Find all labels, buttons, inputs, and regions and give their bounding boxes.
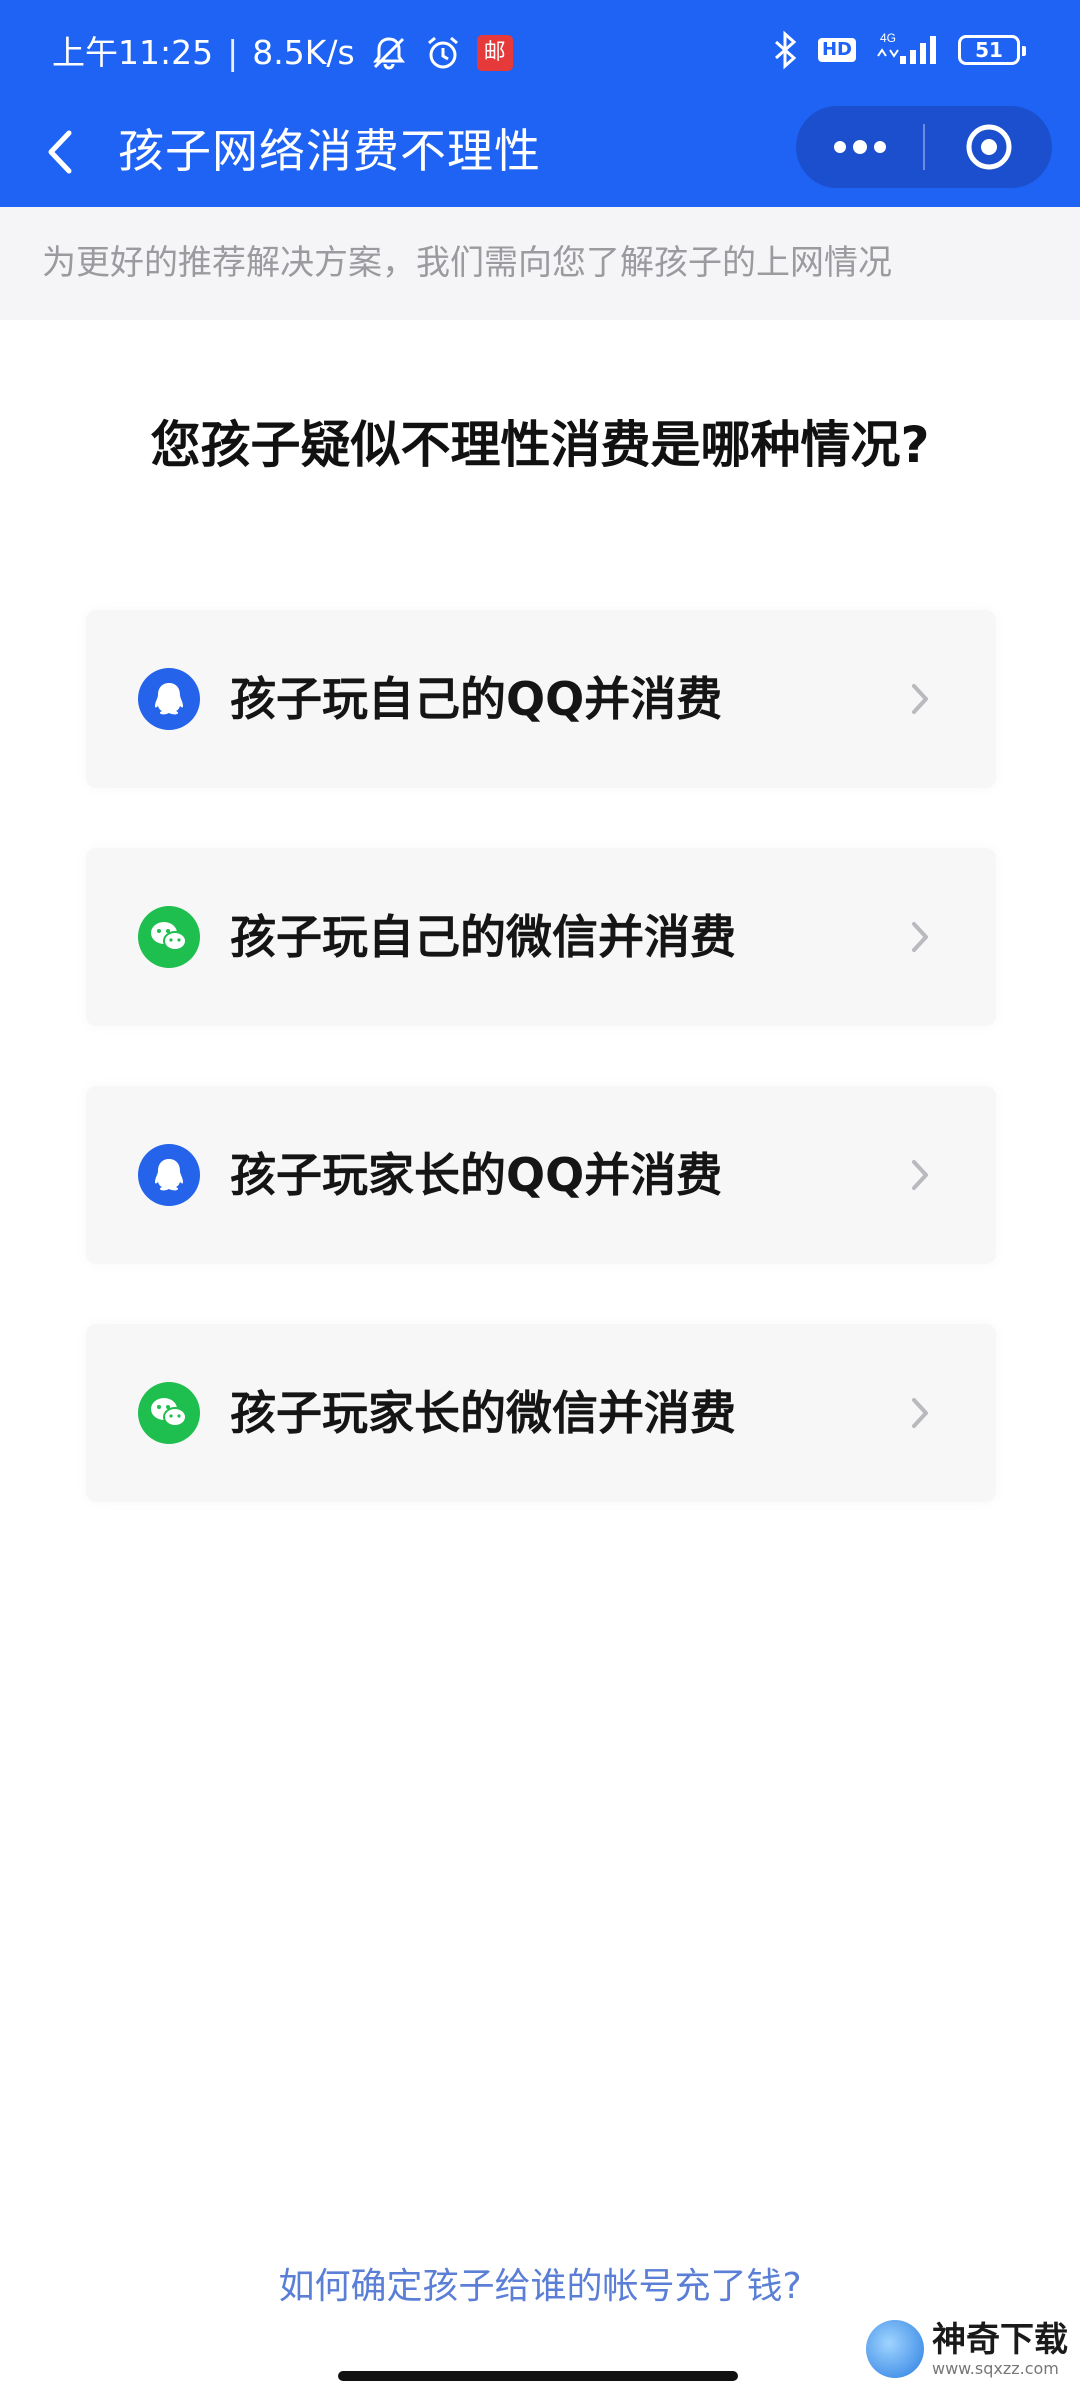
network-speed: 8.5K/s (252, 33, 355, 72)
chevron-right-icon (912, 922, 928, 952)
option-parent-wechat[interactable]: 孩子玩家长的微信并消费 (86, 1324, 996, 1502)
more-dots-icon (833, 140, 886, 154)
more-button[interactable] (796, 106, 923, 188)
close-miniprogram-button[interactable] (925, 106, 1052, 188)
watermark: 神奇下载 www.sqxzz.com (866, 2320, 1068, 2378)
option-parent-qq[interactable]: 孩子玩家长的QQ并消费 (86, 1086, 996, 1264)
page-title: 孩子网络消费不理性 (118, 124, 541, 178)
option-label: 孩子玩自己的微信并消费 (230, 910, 736, 964)
app-header: 上午11:25 | 8.5K/s 邮 HD 4G 51 孩子网络消费不理性 (0, 0, 1080, 207)
back-button[interactable] (30, 117, 90, 187)
signal-icon: 4G (877, 31, 936, 64)
chevron-left-icon (48, 130, 72, 174)
watermark-title: 神奇下载 (932, 2320, 1068, 2360)
info-banner: 为更好的推荐解决方案，我们需向您了解孩子的上网情况 (0, 207, 1080, 320)
help-link[interactable]: 如何确定孩子给谁的帐号充了钱? (0, 2262, 1080, 2312)
chevron-right-icon (912, 684, 928, 714)
wechat-icon (138, 906, 200, 968)
battery-level: 51 (975, 38, 1003, 62)
question-heading: 您孩子疑似不理性消费是哪种情况? (150, 416, 930, 474)
qq-icon (138, 1144, 200, 1206)
watermark-logo-icon (866, 2320, 924, 2378)
option-own-qq[interactable]: 孩子玩自己的QQ并消费 (86, 610, 996, 788)
watermark-url: www.sqxzz.com (932, 2359, 1059, 2378)
status-bar: 上午11:25 | 8.5K/s 邮 HD 4G 51 (0, 0, 1080, 105)
option-label: 孩子玩自己的QQ并消费 (230, 672, 723, 726)
qq-icon (138, 668, 200, 730)
bluetooth-icon (774, 30, 797, 70)
status-separator: | (227, 33, 239, 72)
chevron-right-icon (912, 1160, 928, 1190)
watermark-text: 神奇下载 www.sqxzz.com (932, 2320, 1068, 2378)
battery-icon: 51 (958, 35, 1026, 65)
chevron-right-icon (912, 1398, 928, 1428)
option-own-wechat[interactable]: 孩子玩自己的微信并消费 (86, 848, 996, 1026)
bell-off-icon (372, 37, 405, 70)
hd-badge: HD (817, 38, 856, 62)
target-circle-icon (966, 124, 1011, 170)
status-left: 上午11:25 | 8.5K/s 邮 (52, 28, 513, 78)
miniprogram-capsule (796, 106, 1052, 188)
status-right: HD 4G 51 (768, 30, 1026, 70)
mail-badge-icon: 邮 (476, 35, 513, 71)
home-indicator[interactable] (338, 2371, 738, 2381)
options-list: 孩子玩自己的QQ并消费 孩子玩自己的微信并消费 孩子玩家长的QQ并消费 孩子玩家… (86, 610, 996, 1562)
alarm-icon (427, 36, 458, 69)
nav-bar: 孩子网络消费不理性 (0, 105, 1080, 207)
wechat-icon (138, 1382, 200, 1444)
network-type-label: 4G (880, 31, 896, 45)
option-label: 孩子玩家长的QQ并消费 (230, 1148, 723, 1202)
option-label: 孩子玩家长的微信并消费 (230, 1386, 736, 1440)
status-time: 上午11:25 (52, 33, 214, 72)
